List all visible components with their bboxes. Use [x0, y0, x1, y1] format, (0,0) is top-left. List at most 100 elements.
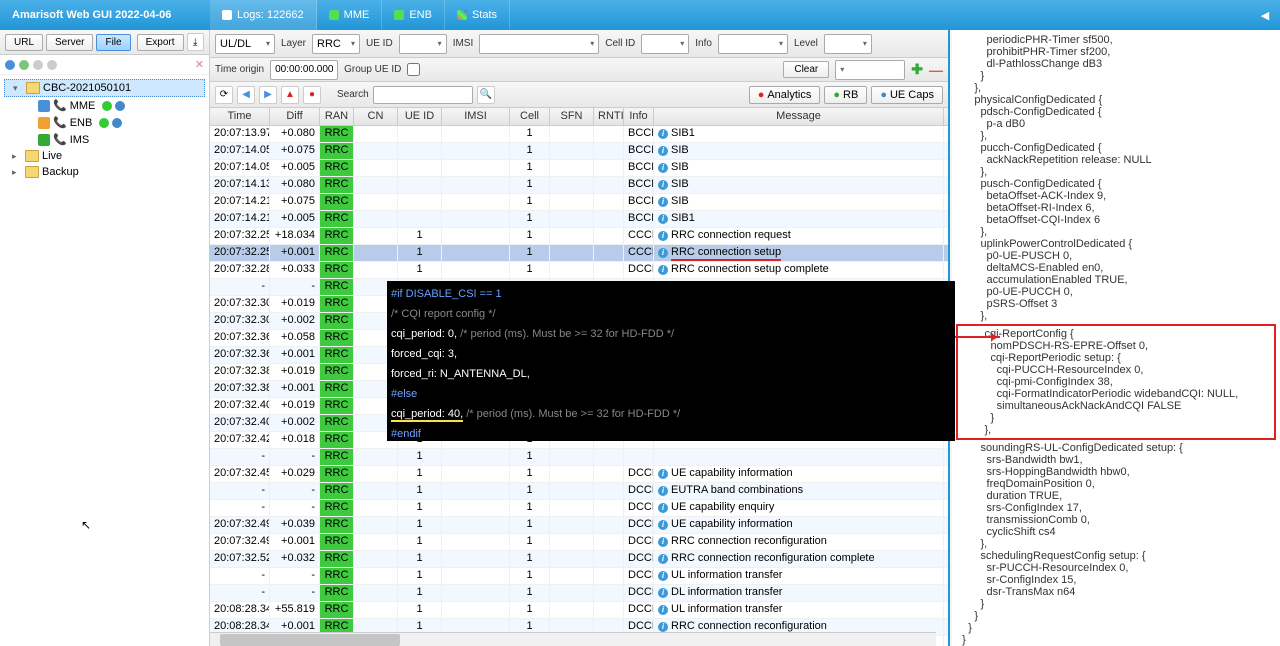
info-icon: i — [658, 605, 668, 615]
info-icon: i — [658, 265, 668, 275]
tab-stats[interactable]: Stats — [445, 0, 510, 30]
info-icon: i — [658, 146, 668, 156]
col-cell[interactable]: Cell — [510, 108, 550, 125]
uecaps-button[interactable]: ●UE Caps — [871, 86, 943, 104]
export-icon[interactable]: ⤓ — [187, 33, 205, 51]
tab-enb[interactable]: ENB — [382, 0, 445, 30]
warning-icon[interactable]: ▲ — [281, 86, 299, 104]
col-time[interactable]: Time — [210, 108, 270, 125]
info-icon: i — [658, 486, 668, 496]
imsi-label: IMSI — [453, 38, 474, 49]
info-icon: i — [658, 520, 668, 530]
tree-node-ims[interactable]: 📞IMS — [4, 131, 205, 148]
tree-backup[interactable]: ▸Backup — [4, 164, 205, 180]
filter-preset-combo[interactable]: ▾ — [835, 60, 905, 80]
back-icon[interactable]: ◀ — [237, 86, 255, 104]
h-scrollbar[interactable] — [210, 632, 936, 646]
uldl-combo[interactable]: UL/DL ▾ — [215, 34, 275, 54]
dot-icon — [19, 60, 29, 70]
info-icon: i — [658, 588, 668, 598]
tree-live[interactable]: ▸Live — [4, 148, 205, 164]
tab-mme[interactable]: MME — [317, 0, 383, 30]
tree-cbc-2021050101[interactable]: ▾CBC-2021050101 — [4, 79, 205, 97]
refresh-icon[interactable]: ⟳ — [215, 86, 233, 104]
col-sfn[interactable]: SFN — [550, 108, 594, 125]
table-row[interactable]: 20:07:32.494+0.039RRC11DCCHiUE capabilit… — [210, 517, 948, 534]
table-row[interactable]: 20:07:14.054+0.075RRC1BCCHiSIB — [210, 143, 948, 160]
col-cn[interactable]: CN — [354, 108, 398, 125]
dot-icon — [33, 60, 43, 70]
remove-icon[interactable]: — — [929, 62, 943, 78]
col-ueid[interactable]: UE ID — [398, 108, 442, 125]
dot-icon — [5, 60, 15, 70]
table-row[interactable]: --RRC11DCCHiUE capability enquiry — [210, 500, 948, 517]
url-button[interactable]: URL — [5, 34, 43, 51]
table-row[interactable]: 20:07:32.455+0.029RRC11DCCHiUE capabilit… — [210, 466, 948, 483]
tab-logs-[interactable]: Logs: 122662 — [210, 0, 317, 30]
layer-label: Layer — [281, 38, 306, 49]
app-title: Amarisoft Web GUI 2022-04-06 — [0, 9, 183, 21]
info-icon: i — [658, 231, 668, 241]
table-row[interactable]: 20:07:32.287+0.033RRC11DCCHiRRC connecti… — [210, 262, 948, 279]
level-combo[interactable]: ▾ — [824, 34, 872, 54]
server-button[interactable]: Server — [46, 34, 93, 51]
table-row[interactable]: 20:07:14.139+0.080RRC1BCCHiSIB — [210, 177, 948, 194]
ueid-combo[interactable]: ▾ — [399, 34, 447, 54]
col-message[interactable]: Message — [654, 108, 944, 125]
table-row[interactable]: 20:07:32.254+0.001RRC11CCCHiRRC connecti… — [210, 245, 948, 262]
detail-panel[interactable]: periodicPHR-Timer sf500, prohibitPHR-Tim… — [952, 30, 1280, 646]
forward-icon[interactable]: ▶ — [259, 86, 277, 104]
tree-node-mme[interactable]: 📞MME — [4, 97, 205, 114]
binoculars-icon[interactable]: 🔍 — [477, 86, 495, 104]
table-row[interactable]: 20:07:14.214+0.075RRC1BCCHiSIB — [210, 194, 948, 211]
ueid-label: UE ID — [366, 38, 393, 49]
dot-icon — [47, 60, 57, 70]
collapse-left-icon[interactable]: ◀ — [1250, 9, 1280, 22]
table-row[interactable]: --RRC11DCCHiDL information transfer — [210, 585, 948, 602]
imsi-combo[interactable]: ▾ — [479, 34, 599, 54]
close-icon[interactable]: ✕ — [195, 58, 204, 71]
error-icon[interactable]: ● — [303, 86, 321, 104]
arrow-icon — [952, 336, 1000, 338]
export-button[interactable]: Export — [137, 34, 184, 51]
col-imsi[interactable]: IMSI — [442, 108, 510, 125]
col-info[interactable]: Info — [624, 108, 654, 125]
info-icon: i — [658, 554, 668, 564]
group-ueid-checkbox[interactable] — [407, 63, 420, 76]
col-ran[interactable]: RAN — [320, 108, 354, 125]
chart-icon — [457, 10, 467, 20]
rb-button[interactable]: ●RB — [824, 86, 867, 104]
table-row[interactable]: 20:07:32.253+18.034RRC11CCCHiRRC connect… — [210, 228, 948, 245]
search-input[interactable] — [373, 86, 473, 104]
table-row[interactable]: 20:07:13.979+0.080RRC1BCCHiSIB1 — [210, 126, 948, 143]
add-icon[interactable]: ✚ — [911, 61, 923, 78]
info-icon: i — [658, 622, 668, 632]
analytics-button[interactable]: ●Analytics — [749, 86, 821, 104]
tree-node-enb[interactable]: 📞ENB — [4, 114, 205, 131]
table-row[interactable]: 20:08:28.346+55.819RRC11DCCHiUL informat… — [210, 602, 948, 619]
table-row[interactable]: 20:07:32.527+0.032RRC11DCCHiRRC connecti… — [210, 551, 948, 568]
highlighted-config: cqi-ReportConfig { nomPDSCH-RS-EPRE-Offs… — [956, 324, 1276, 440]
info-icon: i — [658, 129, 668, 139]
table-row[interactable]: --RRC11DCCHiEUTRA band combinations — [210, 483, 948, 500]
col-diff[interactable]: Diff — [270, 108, 320, 125]
info-icon: i — [658, 571, 668, 581]
clear-button[interactable]: Clear — [783, 61, 829, 78]
table-row[interactable]: --RRC11 — [210, 449, 948, 466]
time-origin-input[interactable]: 00:00:00.000 — [270, 60, 338, 80]
table-row[interactable]: 20:07:14.219+0.005RRC1BCCHiSIB1 — [210, 211, 948, 228]
info-icon: i — [658, 197, 668, 207]
layer-combo[interactable]: RRC▾ — [312, 34, 360, 54]
table-row[interactable]: --RRC11DCCHiUL information transfer — [210, 568, 948, 585]
cellid-combo[interactable]: ▾ — [641, 34, 689, 54]
table-row[interactable]: 20:07:32.495+0.001RRC11DCCHiRRC connecti… — [210, 534, 948, 551]
info-icon: i — [658, 248, 668, 258]
col-rnti[interactable]: RNTI — [594, 108, 624, 125]
cursor-icon: ↖ — [81, 518, 91, 532]
code-overlay: #if DISABLE_CSI == 1 /* CQI report confi… — [387, 281, 955, 441]
info-combo[interactable]: ▾ — [718, 34, 788, 54]
table-row[interactable]: 20:07:14.059+0.005RRC1BCCHiSIB — [210, 160, 948, 177]
info-icon: i — [658, 469, 668, 479]
info-label: Info — [695, 38, 712, 49]
file-button[interactable]: File — [96, 34, 130, 51]
